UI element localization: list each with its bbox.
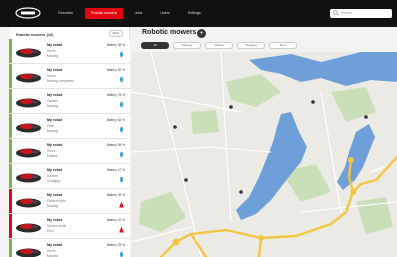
search-input[interactable]: Search — [330, 9, 392, 18]
battery-level: Battery 95 % — [106, 43, 125, 47]
list-item[interactable]: My robot Home Mowing Battery 25 % — [9, 239, 130, 257]
list-item[interactable]: My robot Garden south Error Battery 31 % — [9, 214, 130, 239]
mower-icon — [16, 123, 41, 133]
list-item[interactable]: My robot Home Mowing completed Battery 82 % — [9, 64, 130, 89]
battery-level: Battery 82 % — [106, 68, 125, 72]
status-stripe — [9, 39, 12, 63]
mower-name: My robot — [47, 93, 63, 97]
mower-list-header: Robotic mowers (10) — [16, 33, 54, 37]
mower-icon — [16, 248, 41, 257]
mower-location: Home — [47, 249, 56, 253]
map-view[interactable] — [131, 52, 397, 257]
status-filter-chips: All Mowing Parked Charging Error — [141, 42, 297, 49]
search-placeholder: Search — [341, 11, 353, 15]
mower-location: Home — [47, 49, 56, 53]
app-root: Overview Robotic mowers Jobs Users Settings … — [0, 0, 397, 257]
status-stripe — [9, 139, 12, 163]
status-stripe — [9, 89, 12, 113]
filter-chip-parked[interactable]: Parked — [205, 42, 233, 49]
mower-name: My robot — [47, 193, 63, 197]
list-item[interactable]: My robot Home Mowing Battery 95 % — [9, 39, 130, 64]
mower-icon — [16, 198, 41, 208]
brand-logo-icon[interactable] — [14, 6, 42, 20]
status-stripe — [9, 164, 12, 188]
mower-icon — [16, 98, 41, 108]
battery-level: Battery 39 % — [106, 193, 125, 197]
mower-list: My robot Home Mowing Battery 95 % My robot Ho… — [9, 39, 130, 257]
mower-icon — [16, 73, 41, 83]
mower-name: My robot — [47, 43, 63, 47]
mower-icon — [16, 148, 41, 158]
mower-name: My robot — [47, 118, 63, 122]
mower-location: Home — [47, 149, 56, 153]
mower-activity: Mowing completed — [47, 79, 74, 83]
mower-activity: Mowing — [47, 54, 58, 58]
nav-item-settings[interactable]: Settings — [182, 8, 207, 19]
leaf-icon — [119, 176, 124, 183]
warning-icon — [119, 226, 124, 233]
mower-list-panel: Robotic mowers (10) Filter My robot Home M… — [9, 27, 130, 257]
mower-activity: Mowing — [47, 129, 58, 133]
battery-level: Battery 31 % — [106, 218, 125, 222]
mower-location: Garden south — [47, 224, 67, 228]
status-stripe — [9, 214, 12, 238]
list-item[interactable]: My robot Garden Charging Battery 47 % — [9, 164, 130, 189]
mower-activity: Mowing — [47, 104, 58, 108]
nav-item-robotic-mowers[interactable]: Robotic mowers — [84, 8, 123, 19]
list-item[interactable]: My robot Garden north Mowing Battery 39 % — [9, 189, 130, 214]
battery-level: Battery 58 % — [106, 143, 125, 147]
status-stripe — [9, 239, 12, 257]
list-item[interactable]: My robot Home Parked Battery 58 % — [9, 139, 130, 164]
warning-icon — [119, 201, 124, 208]
add-mower-button[interactable]: + — [197, 29, 206, 38]
status-stripe — [9, 64, 12, 88]
mower-activity: Charging — [47, 179, 60, 183]
mower-name: My robot — [47, 168, 63, 172]
filter-chip-charging[interactable]: Charging — [237, 42, 265, 49]
main-nav: Overview Robotic mowers Jobs Users Settings — [52, 8, 207, 19]
nav-item-jobs[interactable]: Jobs — [129, 8, 149, 19]
mower-name: My robot — [47, 143, 63, 147]
page-title: Robotic mowers — [142, 29, 197, 36]
leaf-icon — [119, 251, 124, 257]
mower-activity: Error — [47, 229, 55, 233]
list-item[interactable]: My robot Garden Mowing Battery 76 % — [9, 89, 130, 114]
mower-name: My robot — [47, 243, 63, 247]
leaf-icon — [119, 76, 124, 83]
mower-name: My robot — [47, 218, 63, 222]
mower-location: Garden — [47, 174, 58, 178]
status-stripe — [9, 114, 12, 138]
mower-location: Garden north — [47, 199, 66, 203]
list-item[interactable]: My robot Park Mowing Battery 64 % — [9, 114, 130, 139]
mower-location: Home — [47, 74, 56, 78]
plus-icon: + — [199, 30, 204, 37]
mower-location: Park — [47, 124, 54, 128]
filter-chip-error[interactable]: Error — [269, 42, 297, 49]
mower-name: My robot — [47, 68, 63, 72]
mower-location: Garden — [47, 99, 58, 103]
nav-item-overview[interactable]: Overview — [52, 8, 79, 19]
mower-activity: Mowing — [47, 204, 58, 208]
leaf-icon — [119, 126, 124, 133]
status-stripe — [9, 189, 12, 213]
leaf-icon — [119, 51, 124, 58]
mower-icon — [16, 48, 41, 58]
battery-level: Battery 64 % — [106, 118, 125, 122]
battery-level: Battery 25 % — [106, 243, 125, 247]
filter-chip-all[interactable]: All — [141, 42, 169, 49]
filter-chip-mowing[interactable]: Mowing — [173, 42, 201, 49]
leaf-icon — [119, 101, 124, 108]
nav-item-users[interactable]: Users — [154, 8, 175, 19]
filter-button[interactable]: Filter — [109, 30, 123, 37]
battery-level: Battery 76 % — [106, 93, 125, 97]
mower-icon — [16, 223, 41, 233]
mower-icon — [16, 173, 41, 183]
battery-level: Battery 47 % — [106, 168, 125, 172]
top-navigation-bar: Overview Robotic mowers Jobs Users Settings … — [0, 0, 397, 27]
search-icon — [333, 10, 339, 16]
leaf-icon — [119, 151, 124, 158]
mower-activity: Parked — [47, 154, 58, 158]
map-panel: Robotic mowers + All Mowing Parked Charging… — [131, 27, 397, 257]
